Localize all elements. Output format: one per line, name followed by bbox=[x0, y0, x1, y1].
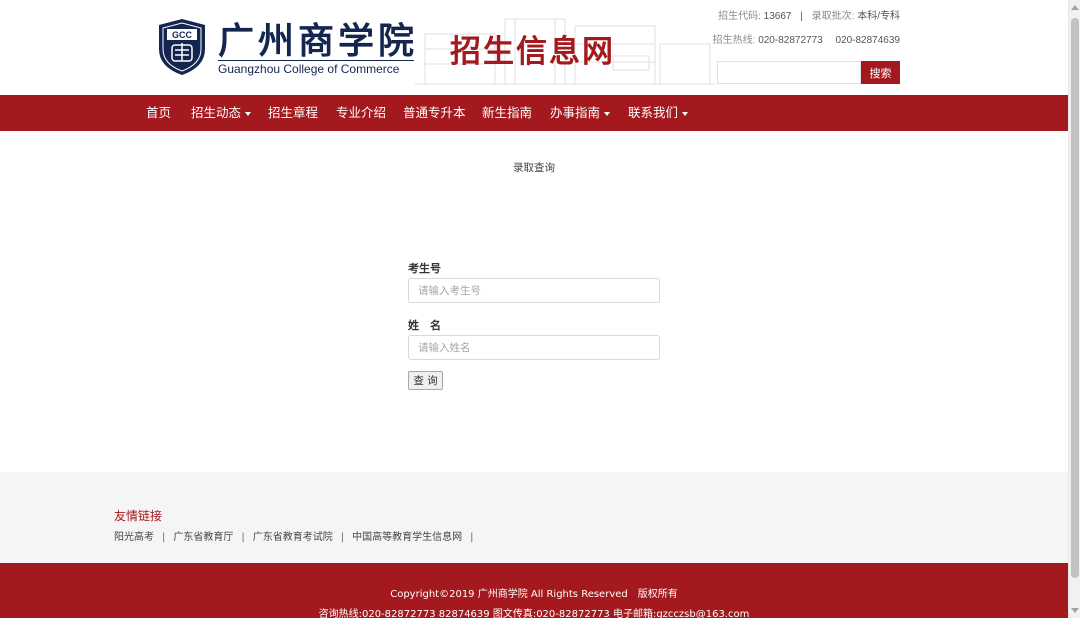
nav-item-admission-rules[interactable]: 招生章程 bbox=[268, 95, 318, 131]
exam-number-label: 考生号 bbox=[408, 262, 441, 275]
nav-label: 办事指南 bbox=[550, 105, 601, 120]
code-label: 招生代码: bbox=[718, 11, 761, 22]
school-name-en: Guangzhou College of Commerce bbox=[218, 60, 414, 76]
query-button[interactable]: 查 询 bbox=[408, 371, 443, 390]
batch-value: 本科/专科 bbox=[857, 11, 900, 22]
scrollbar-thumb[interactable] bbox=[1071, 18, 1079, 578]
links-title: 友情链接 bbox=[114, 509, 163, 523]
link-sunshine-gaokao[interactable]: 阳光高考 bbox=[114, 532, 154, 543]
search-button[interactable]: 搜索 bbox=[861, 61, 900, 84]
friendly-links: 友情链接 阳光高考 | 广东省教育厅 | 广东省教育考试院 | 中国高等教育学生信息网 | bbox=[0, 472, 1068, 563]
nav-label: 专业介绍 bbox=[336, 105, 387, 120]
hotline-label: 招生热线: bbox=[712, 35, 756, 46]
school-name-cn: 广州商学院 bbox=[218, 20, 419, 62]
scroll-up-arrow-icon[interactable] bbox=[1071, 5, 1079, 10]
scroll-down-arrow-icon[interactable] bbox=[1071, 608, 1079, 613]
nav-item-home[interactable]: 首页 bbox=[146, 95, 171, 131]
svg-text:GCC: GCC bbox=[172, 30, 193, 40]
link-gd-exam-authority[interactable]: 广东省教育考试院 bbox=[253, 532, 333, 543]
nav-label: 联系我们 bbox=[628, 105, 679, 120]
page-title: 录取查询 bbox=[513, 162, 555, 174]
header: GCC 广州商学院 Guangzhou College of Commerce … bbox=[0, 0, 1068, 95]
nav-item-contact[interactable]: 联系我们 bbox=[628, 95, 689, 131]
nav-item-service-guide[interactable]: 办事指南 bbox=[550, 95, 611, 131]
site-title: 招生信息网 bbox=[450, 34, 615, 70]
link-divider: | bbox=[470, 532, 474, 543]
info-divider: | bbox=[800, 11, 803, 22]
nav-item-majors[interactable]: 专业介绍 bbox=[336, 95, 386, 131]
nav-label: 普通专升本 bbox=[403, 105, 466, 120]
copyright-text: Copyright©2019 广州商学院 All Rights Reserved… bbox=[390, 589, 678, 600]
caret-down-icon bbox=[682, 111, 689, 116]
link-divider: | bbox=[340, 532, 345, 543]
link-chsi[interactable]: 中国高等教育学生信息网 bbox=[352, 532, 462, 543]
nav-item-freshman-guide[interactable]: 新生指南 bbox=[482, 95, 532, 131]
name-input[interactable] bbox=[408, 335, 660, 360]
contact-text: 咨询热线:020-82872773 82874639 图文传真:020-8287… bbox=[318, 609, 750, 618]
caret-down-icon bbox=[604, 111, 611, 116]
link-divider: | bbox=[241, 532, 245, 543]
link-gd-education-dept[interactable]: 广东省教育厅 bbox=[173, 532, 233, 543]
main-nav: 首页 招生动态 招生章程 专业介绍 普通专升本 新生指南 办事指南 联系我们 bbox=[0, 95, 1068, 131]
school-logo: GCC bbox=[159, 19, 205, 75]
search-input[interactable] bbox=[717, 61, 861, 84]
exam-number-input[interactable] bbox=[408, 278, 660, 303]
nav-label: 招生动态 bbox=[191, 105, 242, 120]
hotline-2: 020-82874639 bbox=[835, 35, 900, 46]
link-divider: | bbox=[162, 532, 166, 543]
nav-label: 首页 bbox=[146, 105, 172, 120]
page: GCC 广州商学院 Guangzhou College of Commerce … bbox=[0, 0, 1068, 618]
nav-item-upgrade[interactable]: 普通专升本 bbox=[403, 95, 466, 131]
admission-query-form: 考生号 姓 名 查 询 bbox=[408, 260, 660, 390]
nav-item-admission-news[interactable]: 招生动态 bbox=[191, 95, 252, 131]
links-row: 阳光高考 | 广东省教育厅 | 广东省教育考试院 | 中国高等教育学生信息网 | bbox=[114, 528, 482, 543]
hotline-info: 招生热线: 020-82872773 020-82874639 bbox=[713, 31, 900, 46]
vertical-scrollbar[interactable] bbox=[1068, 0, 1080, 618]
nav-label: 新生指南 bbox=[482, 105, 533, 120]
name-label: 姓 名 bbox=[408, 319, 441, 332]
batch-label: 录取批次: bbox=[811, 11, 855, 22]
hotline-1: 020-82872773 bbox=[758, 35, 823, 46]
code-value: 13667 bbox=[763, 11, 792, 22]
nav-label: 招生章程 bbox=[268, 105, 319, 120]
footer: Copyright©2019 广州商学院 All Rights Reserved… bbox=[0, 563, 1068, 618]
admission-info: 招生代码: 13667 | 录取批次: 本科/专科 bbox=[718, 7, 900, 22]
caret-down-icon bbox=[245, 111, 252, 116]
